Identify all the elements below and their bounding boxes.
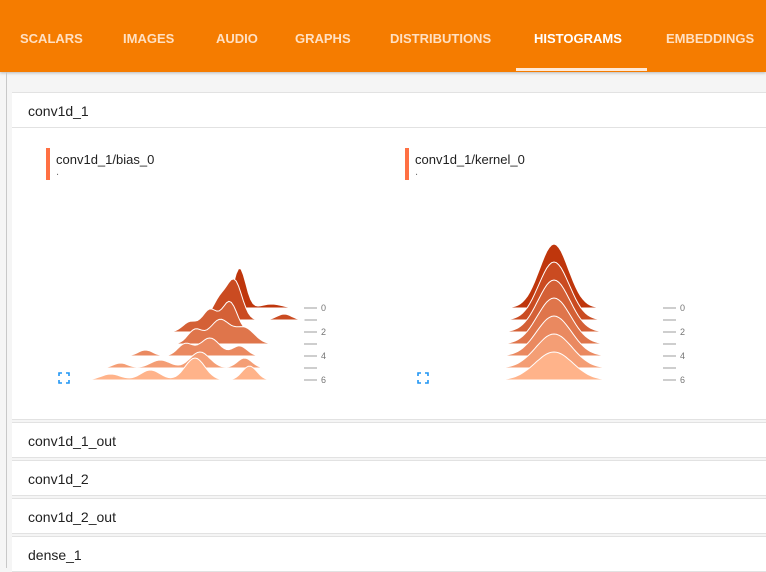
group-title: conv1d_1_out [28, 433, 116, 449]
histogram-card: conv1d_1/bias_0 . -0.06-0.04-0.020.000.0… [46, 148, 376, 408]
step-tick-label: 0 [321, 303, 326, 313]
card-subtitle: . [415, 166, 419, 178]
card-subtitle: . [56, 166, 60, 178]
step-tick-label: 6 [680, 375, 685, 385]
tab-audio[interactable]: AUDIO [216, 0, 258, 72]
group-title: conv1d_2 [28, 471, 89, 487]
group-header-conv1d-1[interactable]: conv1d_1 [12, 92, 766, 128]
tab-histograms[interactable]: HISTOGRAMS [534, 0, 622, 72]
histogram-chart-bias[interactable]: -0.06-0.04-0.020.000.020246 [46, 190, 376, 390]
group-content-conv1d-1: conv1d_1/bias_0 . -0.06-0.04-0.020.000.0… [12, 128, 766, 420]
step-tick-label: 0 [680, 303, 685, 313]
group-title: conv1d_2_out [28, 509, 116, 525]
card-title: conv1d_1/bias_0 [56, 152, 155, 167]
fullscreen-icon[interactable] [58, 372, 70, 384]
step-tick-label: 4 [321, 351, 326, 361]
step-tick-label: 2 [321, 327, 326, 337]
tab-distributions[interactable]: DISTRIBUTIONS [390, 0, 491, 72]
tab-images[interactable]: IMAGES [123, 0, 174, 72]
step-tick-label: 4 [680, 351, 685, 361]
tab-graphs[interactable]: GRAPHS [295, 0, 351, 72]
group-title: conv1d_1 [28, 103, 89, 119]
step-tick-label: 2 [680, 327, 685, 337]
sidebar-divider [6, 72, 7, 568]
tab-scalars[interactable]: SCALARS [20, 0, 83, 72]
histogram-series-step-6 [85, 357, 304, 381]
tab-embeddings[interactable]: EMBEDDINGS [666, 0, 754, 72]
step-tick-label: 6 [321, 375, 326, 385]
histogram-series-step-1 [86, 278, 305, 321]
histogram-series-step-0 [86, 267, 304, 309]
active-tab-indicator [516, 68, 647, 71]
group-header-conv1d-2[interactable]: conv1d_2 [12, 460, 766, 496]
group-header-conv1d-2-out[interactable]: conv1d_2_out [12, 498, 766, 534]
top-navigation-bar: SCALARS IMAGES AUDIO GRAPHS DISTRIBUTION… [0, 0, 766, 72]
fullscreen-icon[interactable] [417, 372, 429, 384]
histogram-card: conv1d_1/kernel_0 . -0.15-0.050.050.1502… [405, 148, 735, 408]
group-title: dense_1 [28, 547, 82, 563]
card-title: conv1d_1/kernel_0 [415, 152, 525, 167]
run-color-marker [405, 148, 409, 180]
group-header-dense-1[interactable]: dense_1 [12, 536, 766, 572]
run-color-marker [46, 148, 50, 180]
histogram-chart-kernel[interactable]: -0.15-0.050.050.150246 [405, 190, 735, 390]
group-header-conv1d-1-out[interactable]: conv1d_1_out [12, 422, 766, 458]
